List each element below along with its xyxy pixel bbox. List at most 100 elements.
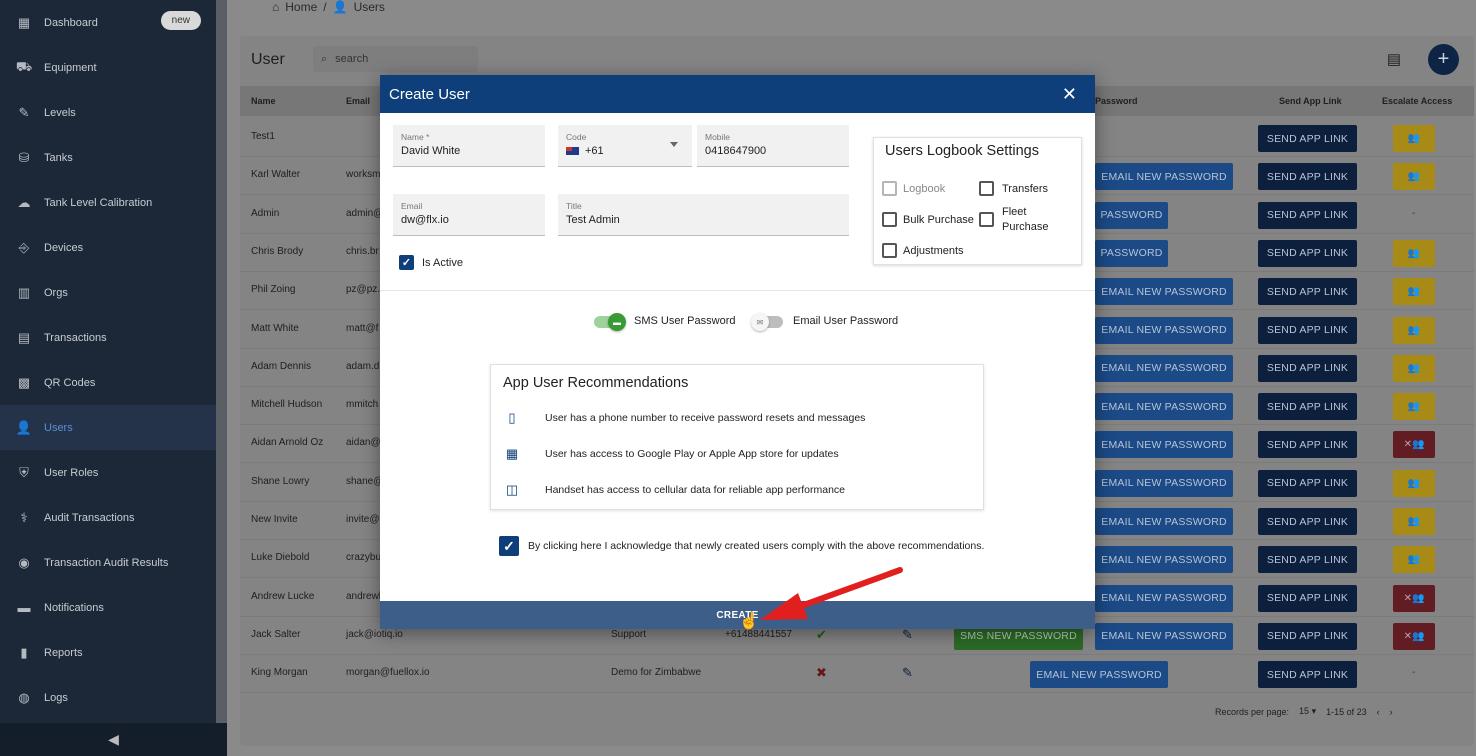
sidebar-item-tank-level-calibration[interactable]: ☁ Tank Level Calibration	[0, 180, 216, 225]
email-new-password-button[interactable]: EMAIL NEW PASSWORD	[1095, 393, 1233, 421]
send-app-link-button[interactable]: SEND APP LINK	[1258, 278, 1357, 306]
red-arrow-annotation	[760, 567, 903, 620]
bulk-purchase-checkbox[interactable]	[882, 212, 897, 227]
sidebar-item-notifications[interactable]: ▬ Notifications	[0, 585, 216, 630]
sidebar-item-orgs[interactable]: ▥ Orgs	[0, 270, 216, 315]
revoke-access-icon[interactable]: ✕👥	[1393, 622, 1435, 650]
name-field[interactable]: Name * David White	[393, 125, 545, 167]
escalate-access-icon[interactable]: 👥	[1393, 163, 1435, 191]
escalate-access-icon[interactable]: 👥	[1393, 125, 1435, 152]
user-email-cell: jack@iotiq.io	[346, 628, 403, 640]
is-active-checkbox[interactable]: ✓	[399, 255, 414, 270]
edit-icon[interactable]: ✎	[902, 627, 913, 643]
sidebar-item-logs[interactable]: ◍ Logs	[0, 675, 216, 720]
send-app-link-button[interactable]: SEND APP LINK	[1258, 393, 1357, 421]
send-app-link-button[interactable]: SEND APP LINK	[1258, 661, 1357, 689]
email-new-password-button[interactable]: EMAIL NEW PASSWORD	[1095, 469, 1233, 497]
sidebar-item-qr-codes[interactable]: ▩ QR Codes	[0, 360, 216, 405]
sidebar-item-dashboard[interactable]: ▦ Dashboard new	[0, 0, 216, 45]
send-app-link-button[interactable]: SEND APP LINK	[1258, 316, 1357, 344]
sidebar-item-reports[interactable]: ▮ Reports	[0, 630, 216, 675]
sidebar-item-user-roles[interactable]: ⛨ User Roles	[0, 450, 216, 495]
mobile-field[interactable]: Mobile 0418647900	[697, 125, 849, 167]
title-field[interactable]: Title Test Admin	[558, 194, 849, 236]
logbook-checkbox[interactable]	[882, 181, 897, 196]
escalate-access-icon[interactable]: 👥	[1393, 546, 1435, 574]
export-icon[interactable]: ▤	[1387, 50, 1401, 68]
acknowledge-checkbox[interactable]: ✓	[499, 536, 519, 556]
email-new-password-button[interactable]: EMAIL NEW PASSWORD	[1030, 661, 1168, 689]
send-app-link-button[interactable]: SEND APP LINK	[1258, 622, 1357, 650]
transfers-checkbox[interactable]	[979, 181, 994, 196]
email-password-label: Email User Password	[793, 315, 899, 327]
email-new-password-button[interactable]: EMAIL NEW PASSWORD	[1095, 163, 1233, 191]
next-page-icon[interactable]: ›	[1390, 707, 1393, 717]
email-new-password-button[interactable]: EMAIL NEW PASSWORD	[1095, 431, 1233, 459]
send-app-link-button[interactable]: SEND APP LINK	[1258, 125, 1357, 152]
email-new-password-button[interactable]: EMAIL NEW PASSWORD	[1095, 508, 1233, 535]
escalate-access-icon[interactable]: 👥	[1393, 508, 1435, 535]
sidebar-item-label: Transactions	[44, 331, 107, 344]
sidebar-item-levels[interactable]: ✎ Levels	[0, 90, 216, 135]
email-new-password-button[interactable]: EMAIL NEW PASSWORD	[1095, 622, 1233, 650]
name-label: Name *	[401, 132, 430, 142]
acknowledge-label: By clicking here I acknowledge that newl…	[528, 540, 985, 552]
send-app-link-button[interactable]: SEND APP LINK	[1258, 546, 1357, 574]
email-new-password-button[interactable]: EMAIL NEW PASSWORD	[1095, 354, 1233, 382]
country-code-select[interactable]: Code +61	[558, 125, 692, 167]
home-icon[interactable]: ⌂	[272, 0, 279, 14]
sms-password-toggle[interactable]: ▬	[594, 313, 626, 331]
add-user-button[interactable]: +	[1428, 44, 1459, 75]
send-app-link-button[interactable]: SEND APP LINK	[1258, 431, 1357, 459]
create-button[interactable]: CREATE	[380, 601, 1095, 629]
fleet-purchase-checkbox[interactable]	[979, 212, 994, 227]
revoke-access-icon[interactable]: ✕👥	[1393, 431, 1435, 459]
send-app-link-button[interactable]: SEND APP LINK	[1258, 163, 1357, 191]
email-new-password-button[interactable]: PASSWORD	[1095, 239, 1168, 267]
send-app-link-button[interactable]: SEND APP LINK	[1258, 469, 1357, 497]
send-app-link-button[interactable]: SEND APP LINK	[1258, 354, 1357, 382]
send-app-link-button[interactable]: SEND APP LINK	[1258, 201, 1357, 229]
email-field[interactable]: Email dw@flx.io	[393, 194, 545, 236]
breadcrumb-home[interactable]: Home	[285, 0, 317, 14]
email-new-password-button[interactable]: EMAIL NEW PASSWORD	[1095, 584, 1233, 612]
prev-page-icon[interactable]: ‹	[1377, 707, 1380, 717]
adjustments-checkbox[interactable]	[882, 243, 897, 258]
email-new-password-button[interactable]: PASSWORD	[1095, 201, 1168, 229]
email-password-toggle[interactable]: ✉	[751, 313, 783, 331]
sidebar-item-tanks[interactable]: ⛁ Tanks	[0, 135, 216, 180]
escalate-access-icon[interactable]: 👥	[1393, 354, 1435, 382]
header-email[interactable]: Email	[346, 96, 370, 106]
escalate-access-icon[interactable]: 👥	[1393, 316, 1435, 344]
header-name[interactable]: Name	[251, 96, 276, 106]
sidebar-collapse-button[interactable]: ◀	[0, 723, 227, 756]
revoke-access-icon[interactable]: ✕👥	[1393, 584, 1435, 612]
edit-icon[interactable]: ✎	[902, 665, 913, 681]
chevron-left-icon: ◀	[108, 731, 119, 747]
close-icon[interactable]: ✕	[1062, 84, 1077, 105]
escalate-access-icon[interactable]: 👥	[1393, 239, 1435, 267]
sidebar-item-label: Users	[44, 421, 73, 434]
device-icon: ⎆	[18, 239, 30, 255]
send-app-link-button[interactable]: SEND APP LINK	[1258, 584, 1357, 612]
fleet-purchase-label-line2: Purchase	[1002, 221, 1049, 233]
send-app-link-button[interactable]: SEND APP LINK	[1258, 239, 1357, 267]
sidebar-item-transaction-audit-results[interactable]: ◉ Transaction Audit Results	[0, 540, 216, 585]
records-per-page-select[interactable]: 15 ▾	[1299, 706, 1316, 717]
send-app-link-button[interactable]: SEND APP LINK	[1258, 508, 1357, 535]
email-new-password-button[interactable]: EMAIL NEW PASSWORD	[1095, 278, 1233, 306]
email-new-password-button[interactable]: EMAIL NEW PASSWORD	[1095, 316, 1233, 344]
user-email-cell: admin@	[346, 207, 384, 219]
sidebar-scrollbar[interactable]	[216, 0, 227, 723]
escalate-access-icon[interactable]: 👥	[1393, 393, 1435, 421]
email-new-password-button[interactable]: EMAIL NEW PASSWORD	[1095, 546, 1233, 574]
escalate-access-icon[interactable]: 👥	[1393, 469, 1435, 497]
escalate-access-icon[interactable]: 👥	[1393, 278, 1435, 306]
sidebar-item-transactions[interactable]: ▤ Transactions	[0, 315, 216, 360]
sidebar-item-audit-transactions[interactable]: ⚕ Audit Transactions	[0, 495, 216, 540]
user-name-cell: Luke Diebold	[251, 552, 310, 564]
search-input[interactable]: ⌕ search	[313, 46, 478, 72]
sidebar-item-users[interactable]: 👤 Users	[0, 405, 216, 450]
sidebar-item-equipment[interactable]: ⛟ Equipment	[0, 45, 216, 90]
sidebar-item-devices[interactable]: ⎆ Devices	[0, 225, 216, 270]
